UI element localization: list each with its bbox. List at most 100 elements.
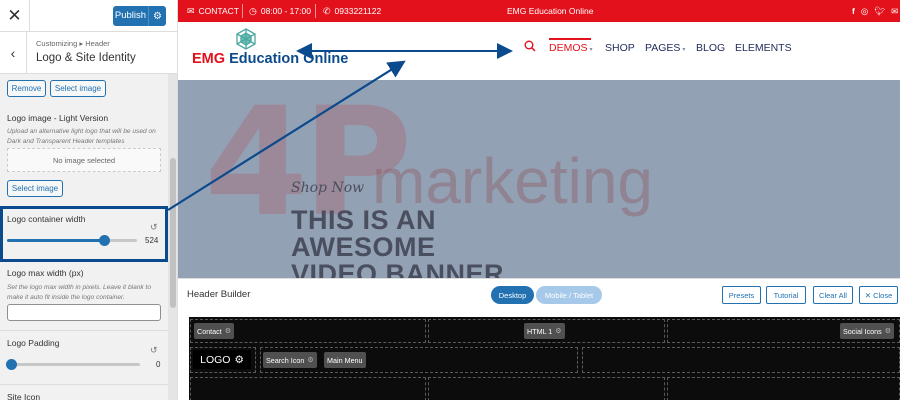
hero-kicker: Shop Now: [291, 180, 365, 196]
contact-link[interactable]: ✉ CONTACT: [187, 0, 239, 22]
logo-element[interactable]: LOGO ⚙: [193, 350, 251, 369]
gear-icon[interactable]: ⚙: [234, 354, 243, 366]
phone-text: 0933221122: [334, 6, 382, 16]
breadcrumb: Customizing ▸ Header: [36, 39, 110, 48]
divider: [315, 4, 316, 18]
phone-icon: ✆: [323, 5, 331, 16]
sidebar-scrollbar[interactable]: [168, 74, 177, 400]
header-builder: Header Builder Desktop Mobile / Tablet P…: [178, 278, 900, 400]
logo-emg: EMG: [192, 51, 226, 67]
site-preview: ✉ CONTACT ◷ 08:00 - 17:00 ✆ 0933221122 E…: [178, 0, 900, 400]
close-icon[interactable]: ✕: [0, 0, 30, 32]
select-image-button[interactable]: Select image: [50, 80, 106, 97]
sidebar-toolbar: ✕ Publish ⚙: [0, 0, 177, 32]
header-builder-title: Header Builder: [187, 289, 251, 300]
search-icon-element[interactable]: Search Icon ⚙: [263, 352, 317, 368]
main-menu-element[interactable]: Main Menu: [324, 352, 366, 368]
divider: [0, 330, 168, 331]
nav-label: PAGES: [645, 42, 681, 54]
no-image-placeholder: No image selected: [7, 148, 161, 172]
chevron-down-icon: ▾: [682, 47, 686, 53]
hours-text: 08:00 - 17:00: [260, 6, 311, 16]
chevron-down-icon: ▾: [589, 47, 593, 53]
instagram-icon[interactable]: ◎: [861, 6, 868, 17]
logo-rest: Education Online: [229, 51, 349, 67]
logo-padding-slider[interactable]: [7, 363, 140, 366]
presets-button[interactable]: Presets: [722, 286, 761, 304]
nav-label: ELEMENTS: [735, 42, 792, 54]
chevron-left-icon[interactable]: ‹: [0, 32, 27, 74]
logo-padding-label: Logo Padding: [7, 338, 60, 348]
contact-element[interactable]: Contact ⚙: [194, 323, 235, 339]
phone-link[interactable]: ✆ 0933221122: [323, 0, 381, 22]
social-icons: f ◎ 🐦︎ ✉: [852, 0, 898, 22]
builder-cell[interactable]: [667, 377, 900, 400]
logo-mark-icon: [236, 28, 256, 50]
search-icon[interactable]: [524, 40, 536, 52]
twitter-icon[interactable]: 🐦︎: [874, 6, 885, 17]
publish-button[interactable]: Publish ⚙: [113, 6, 166, 26]
logo-max-width-input[interactable]: [7, 304, 161, 321]
builder-cell[interactable]: [428, 377, 665, 400]
top-bar: ✉ CONTACT ◷ 08:00 - 17:00 ✆ 0933221122 E…: [178, 0, 900, 22]
facebook-icon[interactable]: f: [852, 6, 855, 16]
hero-heading-line-3: VIDEO BANNER: [291, 259, 505, 278]
active-indicator: [549, 38, 591, 40]
tutorial-button[interactable]: Tutorial: [766, 286, 806, 304]
logo-padding-value: 0: [156, 360, 161, 369]
nav-label: BLOG: [696, 42, 726, 54]
logo-container-width-value: 524: [145, 236, 159, 245]
scrollbar-thumb[interactable]: [170, 158, 176, 308]
logo-container-width-control: Logo container width ↺ 524: [0, 206, 168, 262]
tab-desktop[interactable]: Desktop: [491, 286, 534, 304]
divider: [242, 4, 243, 18]
hero-banner: 4P marketing Shop Now THIS IS AN AWESOME…: [178, 80, 900, 278]
logo-container-width-label: Logo container width: [7, 214, 86, 224]
remove-button[interactable]: Remove: [7, 80, 46, 97]
builder-rows: Contact ⚙ HTML 1 ⚙ Social Icons ⚙ LOGO ⚙ Sea…: [189, 317, 900, 400]
clock-icon: ◷: [249, 5, 257, 16]
nav-item-blog[interactable]: BLOG: [696, 42, 725, 54]
slider-handle[interactable]: [6, 359, 17, 370]
opening-hours: ◷ 08:00 - 17:00: [249, 0, 311, 22]
logo-max-width-label: Logo max width (px): [7, 268, 84, 278]
nav-item-demos[interactable]: DEMOS ▾: [549, 42, 593, 54]
mail-icon[interactable]: ✉: [891, 6, 898, 17]
slider-handle[interactable]: [99, 235, 110, 246]
hero-heading-line-1: THIS IS AN: [291, 205, 437, 235]
light-logo-description: Upload an alternative light logo that wi…: [7, 128, 156, 145]
gear-icon[interactable]: ⚙: [555, 327, 561, 335]
slider-fill: [7, 239, 105, 242]
html-element[interactable]: HTML 1 ⚙: [524, 323, 565, 339]
publish-label: Publish: [113, 6, 149, 26]
builder-cell[interactable]: [190, 377, 426, 400]
social-icons-element[interactable]: Social Icons ⚙: [840, 323, 895, 339]
nav-item-pages[interactable]: PAGES ▾: [645, 42, 685, 54]
builder-cell[interactable]: [582, 347, 900, 373]
gear-icon[interactable]: ⚙: [149, 11, 166, 22]
hero-heading-line-2: AWESOME: [291, 232, 436, 262]
site-header: EMG Education Online DEMOS ▾ SHOP PAGES ▾ …: [178, 22, 900, 80]
reset-icon[interactable]: ↺: [150, 345, 158, 356]
chip-label: LOGO: [200, 353, 231, 366]
chip-label: HTML 1: [527, 326, 553, 336]
reset-icon[interactable]: ↺: [150, 222, 158, 233]
select-light-logo-button[interactable]: Select image: [7, 180, 63, 197]
site-name: EMG Education Online: [507, 6, 594, 16]
close-button[interactable]: ✕ Close: [859, 286, 898, 304]
gear-icon[interactable]: ⚙: [885, 327, 891, 335]
site-logo[interactable]: EMG Education Online: [192, 51, 348, 67]
tab-mobile-tablet[interactable]: Mobile / Tablet: [536, 286, 602, 304]
clear-all-button[interactable]: Clear All: [813, 286, 853, 304]
section-header: ‹ Customizing ▸ Header Logo & Site Ident…: [0, 32, 177, 74]
nav-item-elements[interactable]: ELEMENTS: [735, 42, 792, 54]
chip-label: Contact: [197, 326, 222, 336]
nav-label: SHOP: [605, 42, 635, 54]
chip-label: Search Icon: [266, 355, 305, 365]
gear-icon[interactable]: ⚙: [225, 327, 231, 335]
nav-item-shop[interactable]: SHOP: [605, 42, 635, 54]
mail-icon: ✉: [187, 5, 195, 16]
section-title: Logo & Site Identity: [36, 52, 136, 64]
chip-label: Social Icons: [843, 326, 882, 336]
gear-icon[interactable]: ⚙: [307, 356, 313, 364]
